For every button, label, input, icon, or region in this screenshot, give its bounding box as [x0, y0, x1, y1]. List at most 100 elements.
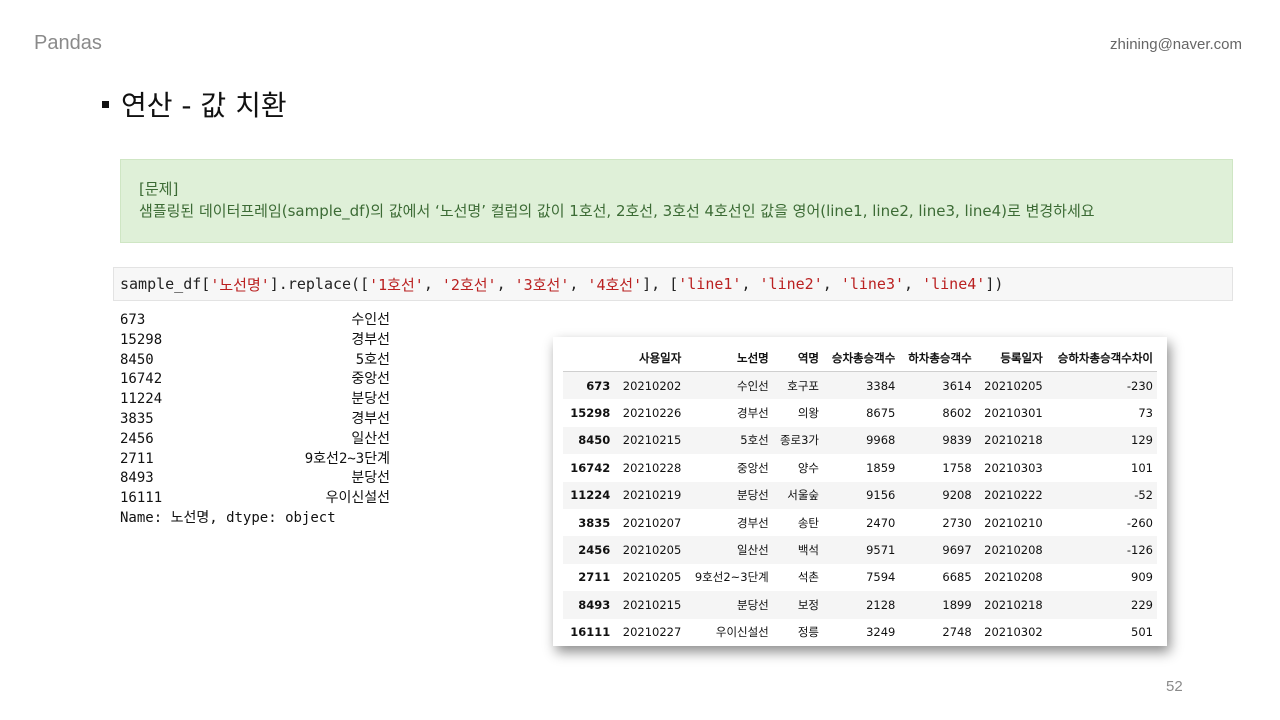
table-cell: 중앙선: [737, 460, 769, 475]
slide-title: 연산 - 값 치환: [102, 84, 287, 124]
table-cell: 3249: [866, 625, 896, 640]
table-cell: -126: [1126, 543, 1153, 558]
table-cell: 정릉: [797, 625, 820, 640]
output-footer: Name: 노선명, dtype: object: [120, 509, 336, 526]
code-token: ]): [985, 275, 1004, 293]
table-row: 2711 20210205 9호선2~3단계 석촌 7594 6685 2021…: [563, 564, 1157, 591]
output-index: 15298: [120, 331, 163, 348]
table-cell: 9156: [866, 488, 896, 503]
output-value: 일산선: [351, 430, 390, 447]
table-cell: 20210222: [984, 488, 1043, 503]
table-cell: 종로3가: [779, 433, 820, 448]
table-cell: 20210226: [622, 406, 682, 421]
row-index: 2456: [578, 543, 611, 558]
code-string: '4호선': [587, 275, 643, 294]
output-row: 16742 중앙선: [120, 370, 390, 390]
column-header: 승차총승객수: [823, 345, 900, 372]
table-cell: 20210215: [622, 433, 682, 448]
output-index: 2456: [120, 430, 154, 447]
column-header: [563, 345, 615, 372]
row-index: 11224: [570, 488, 611, 503]
code-token: ], [: [642, 275, 679, 293]
table-cell: -52: [1134, 488, 1153, 503]
table-cell: 8602: [942, 406, 972, 421]
table-cell: 20210208: [984, 543, 1043, 558]
code-token: ,: [496, 275, 515, 293]
code-token: ,: [822, 275, 841, 293]
row-index: 8450: [578, 433, 611, 448]
table-row: 2456 20210205 일산선 백석 9571 9697 20210208 …: [563, 536, 1157, 564]
table-cell: 9968: [866, 433, 896, 448]
square-bullet-icon: [102, 100, 109, 108]
table-cell: 석촌: [797, 570, 820, 585]
table-row: 8450 20210215 5호선 종로3가 9968 9839 2021021…: [563, 426, 1157, 455]
problem-box: [문제] 샘플링된 데이터프레임(sample_df)의 값에서 ‘노선명’ 컬…: [120, 159, 1233, 243]
table-cell: 20210218: [984, 597, 1043, 612]
problem-label: [문제]: [139, 180, 179, 198]
output-index: 11224: [120, 391, 163, 408]
table-cell: 1899: [942, 597, 972, 612]
table-cell: 우이신설선: [715, 625, 769, 640]
code-token: ,: [569, 275, 588, 293]
table-cell: 호구포: [787, 378, 820, 393]
output-value: 경부선: [351, 410, 390, 427]
row-index: 16742: [570, 460, 611, 475]
output-row: 2711 9호선2~3단계: [120, 450, 390, 470]
column-header: 역명: [772, 345, 824, 372]
output-value: 중앙선: [351, 371, 390, 388]
output-row: 8493 분당선: [120, 469, 390, 489]
table-cell: 2748: [942, 625, 972, 640]
table-cell: 1758: [942, 460, 972, 475]
code-token: ].replace([: [269, 275, 370, 293]
table-cell: 20210218: [984, 433, 1043, 448]
dataframe-table: 사용일자 노선명 역명 승차총승객수 하차총승객수 등록일자 승하차총승객수차이…: [553, 337, 1167, 646]
table-cell: 수인선: [737, 378, 769, 393]
table-cell: 백석: [797, 543, 820, 558]
problem-text: 샘플링된 데이터프레임(sample_df)의 값에서 ‘노선명’ 컬럼의 값이…: [139, 202, 1095, 220]
table-row: 3835 20210207 경부선 송탄 2470 2730 20210210 …: [563, 509, 1157, 536]
table-row: 673 20210202 수인선 호구포 3384 3614 20210205 …: [563, 371, 1157, 400]
author-email: zhining@naver.com: [1110, 36, 1242, 53]
table-cell: 9839: [942, 433, 972, 448]
table-cell: 20210228: [622, 460, 682, 475]
column-header: 등록일자: [975, 345, 1047, 372]
table-cell: 양수: [797, 460, 820, 475]
code-token: ,: [904, 275, 923, 293]
table-cell: 2730: [942, 515, 972, 530]
code-cell[interactable]: sample_df['노선명'].replace(['1호선', '2호선', …: [113, 267, 1233, 301]
table-cell: 20210301: [984, 406, 1043, 421]
table-cell: 20210227: [622, 625, 682, 640]
output-row: 8450 5호선: [120, 351, 390, 371]
code-string: '1호선': [369, 275, 424, 294]
table-row: 11224 20210219 분당선 서울숲 9156 9208 2021022…: [563, 481, 1157, 509]
table-cell: 서울숲: [787, 488, 820, 503]
output-index: 3835: [120, 410, 154, 427]
column-header: 사용일자: [614, 345, 686, 372]
table-cell: 73: [1138, 406, 1153, 421]
row-index: 8493: [578, 597, 611, 612]
table-cell: 3384: [866, 378, 896, 393]
code-token: ,: [423, 275, 442, 293]
output-index: 8493: [120, 470, 154, 487]
table-row: 16742 20210228 중앙선 양수 1859 1758 20210303…: [563, 454, 1157, 481]
table-cell: 129: [1131, 433, 1153, 448]
table-cell: 20210219: [622, 488, 682, 503]
table-cell: 분당선: [737, 488, 769, 503]
code-token: ,: [741, 275, 760, 293]
column-header: 승하차총승객수차이: [1046, 345, 1157, 372]
table-cell: 20210205: [984, 378, 1043, 393]
code-string: 'line2': [759, 275, 823, 293]
table-cell: 9208: [942, 488, 972, 503]
code-token: sample_df[: [120, 275, 211, 293]
table-cell: 229: [1131, 597, 1153, 612]
code-string: 'line3': [840, 275, 905, 293]
table-cell: 송탄: [797, 515, 820, 530]
table-cell: 의왕: [797, 406, 820, 421]
table-cell: 501: [1131, 625, 1153, 640]
table-cell: 3614: [942, 378, 972, 393]
table-cell: 9호선2~3단계: [694, 570, 769, 585]
output-row: 2456 일산선: [120, 430, 390, 450]
table-cell: 경부선: [737, 515, 769, 530]
output-index: 673: [120, 312, 146, 328]
brand-label: Pandas: [34, 32, 102, 54]
